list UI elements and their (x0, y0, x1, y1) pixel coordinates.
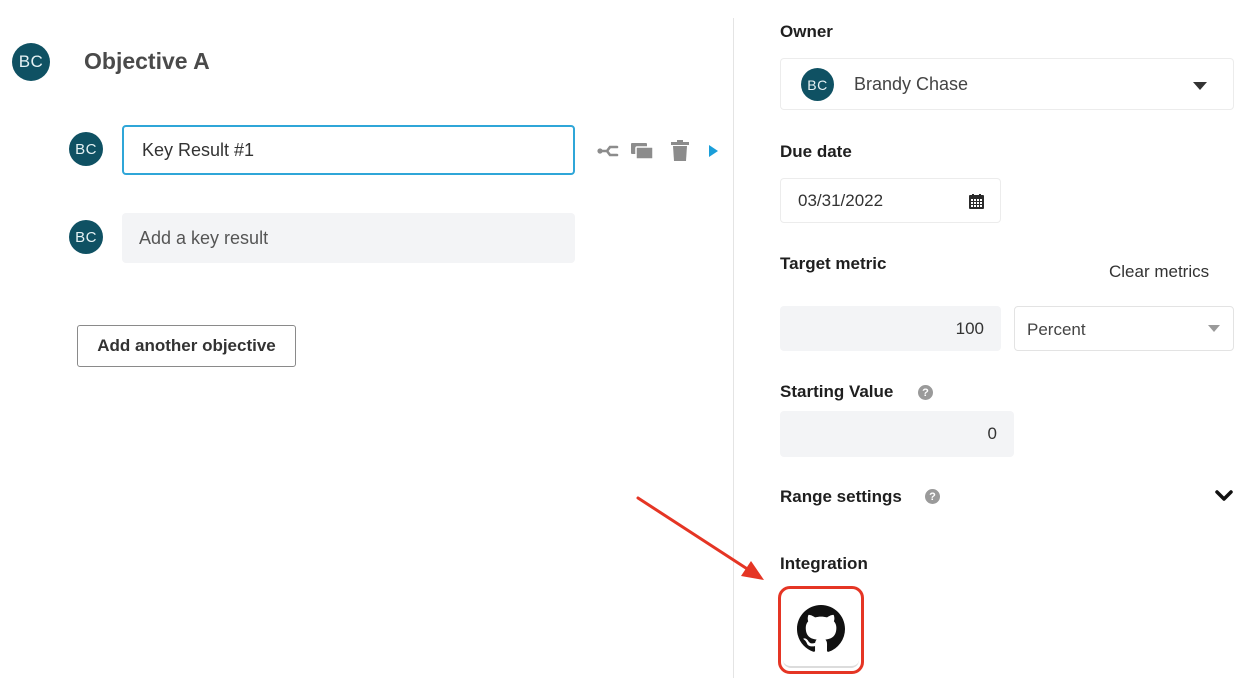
objective-title[interactable]: Objective A (84, 48, 210, 75)
unit-value: Percent (1027, 320, 1086, 339)
clear-metrics-link[interactable]: Clear metrics (1109, 262, 1209, 282)
key-result-input[interactable] (122, 125, 575, 175)
chevron-down-icon (1193, 82, 1207, 90)
key-result-actions (596, 139, 721, 163)
help-icon[interactable]: ? (918, 385, 933, 400)
github-integration-highlight (778, 586, 864, 674)
starting-value-input[interactable]: 0 (780, 411, 1014, 457)
owner-avatar: BC (801, 68, 834, 101)
unit-select[interactable]: Percent (1014, 306, 1234, 351)
calendar-icon[interactable] (969, 194, 984, 209)
objective-avatar: BC (12, 43, 50, 81)
range-settings-label[interactable]: Range settings (780, 487, 902, 507)
owner-label: Owner (780, 22, 833, 41)
chevron-down-icon[interactable] (1215, 489, 1233, 503)
owner-select[interactable]: BC Brandy Chase (780, 58, 1234, 110)
owner-name: Brandy Chase (854, 74, 969, 94)
due-date-field[interactable]: 03/31/2022 (780, 178, 1001, 223)
github-icon (797, 605, 845, 653)
due-date-label: Due date (780, 142, 852, 161)
target-metric-label: Target metric (780, 254, 887, 273)
help-icon[interactable]: ? (925, 489, 940, 504)
integration-label: Integration (780, 554, 868, 573)
duplicate-icon[interactable] (629, 139, 655, 163)
github-integration-button[interactable] (783, 592, 859, 668)
key-result-avatar: BC (69, 220, 103, 254)
annotation-arrow (636, 496, 764, 580)
due-date-value: 03/31/2022 (798, 191, 884, 210)
key-result-avatar: BC (69, 132, 103, 166)
trash-icon[interactable] (669, 139, 691, 163)
add-key-result-input[interactable] (122, 213, 575, 263)
add-another-objective-button[interactable]: Add another objective (77, 325, 296, 367)
branch-icon[interactable] (596, 139, 620, 163)
play-icon[interactable] (705, 139, 721, 163)
starting-value-label: Starting Value (780, 382, 894, 401)
chevron-down-icon (1208, 325, 1220, 332)
target-value-input[interactable]: 100 (780, 306, 1001, 351)
